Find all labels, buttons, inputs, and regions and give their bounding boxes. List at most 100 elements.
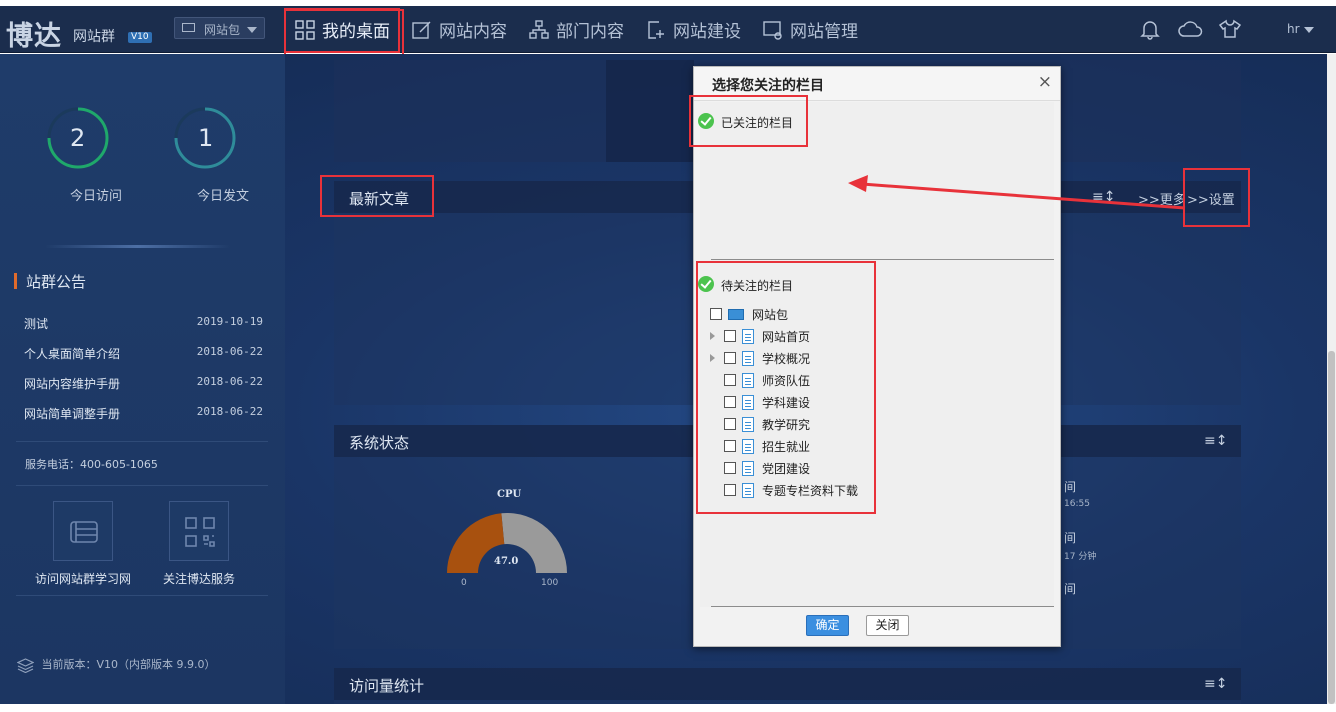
version-info: 当前版本：V10（内部版本 9.9.0） bbox=[16, 656, 216, 673]
nav-dept-content[interactable]: 部门内容 bbox=[518, 6, 635, 53]
announcement-link[interactable]: 测试 bbox=[24, 317, 48, 331]
sort-icon[interactable]: ≡↕ bbox=[1204, 433, 1227, 449]
document-icon bbox=[742, 350, 754, 366]
visits-label: 今日访问 bbox=[70, 189, 123, 204]
nav-label: 部门内容 bbox=[556, 22, 624, 42]
tree-label: 专题专栏资料下载 bbox=[762, 483, 859, 498]
nav-my-desktop[interactable]: 我的桌面 bbox=[284, 6, 404, 57]
announcement-link[interactable]: 网站简单调整手册 bbox=[24, 407, 120, 421]
dialog-title: 选择您关注的栏目 bbox=[712, 78, 824, 94]
panel-header: 访问量统计 ≡↕ bbox=[334, 668, 1241, 700]
tree-label: 网站首页 bbox=[762, 329, 811, 344]
gauge-min: 0 bbox=[461, 578, 467, 588]
tree-item[interactable]: 教学研究 bbox=[710, 415, 810, 433]
checkbox[interactable] bbox=[724, 462, 736, 474]
nav-site-content[interactable]: 网站内容 bbox=[401, 6, 518, 53]
edit-icon bbox=[412, 21, 431, 39]
grid-icon bbox=[295, 19, 315, 40]
sidebar: 2 今日访问 1 今日发文 站群公告 测试 2019-10-19 个人桌面简单介… bbox=[0, 54, 285, 704]
tree-item[interactable]: 学校概况 bbox=[710, 349, 810, 367]
document-icon bbox=[742, 438, 754, 454]
announcement-date: 2018-06-22 bbox=[196, 345, 263, 358]
follow-service-label[interactable]: 关注博达服务 bbox=[163, 570, 235, 587]
divider bbox=[45, 245, 230, 248]
document-icon bbox=[742, 328, 754, 344]
announcement-date: 2018-06-22 bbox=[196, 405, 263, 418]
tree-item[interactable]: 招生就业 bbox=[710, 437, 810, 455]
site-select[interactable]: 网站包 bbox=[174, 17, 265, 39]
checkbox[interactable] bbox=[724, 330, 736, 342]
cloud-icon[interactable] bbox=[1178, 19, 1204, 39]
latest-articles-title: 最新文章 bbox=[349, 190, 410, 208]
announcement-item[interactable]: 网站简单调整手册 2018-06-22 bbox=[24, 405, 264, 422]
announcement-item[interactable]: 网站内容维护手册 2018-06-22 bbox=[24, 375, 264, 392]
tree-item[interactable]: 专题专栏资料下载 bbox=[710, 481, 858, 499]
nav-site-build[interactable]: 网站建设 bbox=[635, 6, 752, 53]
study-site-label[interactable]: 访问网站群学习网 bbox=[35, 570, 131, 587]
checkbox[interactable] bbox=[710, 308, 722, 320]
scrollbar[interactable] bbox=[1327, 54, 1336, 704]
checkbox[interactable] bbox=[724, 418, 736, 430]
nav-label: 我的桌面 bbox=[322, 22, 390, 42]
monitor-icon bbox=[728, 308, 744, 320]
scrollbar-thumb[interactable] bbox=[1328, 351, 1335, 704]
checkbox[interactable] bbox=[724, 484, 736, 496]
status-row-label: 间 bbox=[1064, 480, 1077, 494]
nav-site-manage[interactable]: 网站管理 bbox=[752, 6, 869, 53]
confirm-button[interactable]: 确定 bbox=[806, 615, 849, 636]
tree-item[interactable]: 师资队伍 bbox=[710, 371, 810, 389]
divider bbox=[711, 259, 1054, 260]
announcement-item[interactable]: 测试 2019-10-19 bbox=[24, 315, 264, 332]
divider bbox=[16, 485, 268, 486]
expand-icon[interactable] bbox=[710, 332, 715, 340]
sort-icon[interactable]: ≡↕ bbox=[1204, 676, 1227, 692]
expand-icon[interactable] bbox=[710, 354, 715, 362]
nav-label: 网站管理 bbox=[790, 22, 858, 42]
main-nav: 我的桌面 网站内容 部门内容 网站建设 网站管理 bbox=[284, 6, 869, 57]
checkbox[interactable] bbox=[724, 440, 736, 452]
close-icon[interactable]: × bbox=[1038, 72, 1052, 92]
follow-service-tile[interactable] bbox=[169, 501, 229, 561]
tree-label: 学科建设 bbox=[762, 395, 811, 410]
add-page-icon bbox=[648, 20, 664, 39]
cpu-label: CPU bbox=[497, 489, 522, 500]
divider bbox=[711, 606, 1054, 607]
study-site-tile[interactable] bbox=[53, 501, 113, 561]
announcement-link[interactable]: 网站内容维护手册 bbox=[24, 377, 120, 391]
system-status-title: 系统状态 bbox=[349, 434, 410, 452]
announcement-item[interactable]: 个人桌面简单介绍 2018-06-22 bbox=[24, 345, 264, 362]
checkbox[interactable] bbox=[724, 352, 736, 364]
visits-panel: 访问量统计 ≡↕ bbox=[334, 668, 1241, 704]
tree-item[interactable]: 网站首页 bbox=[710, 327, 810, 345]
tree-item[interactable]: 学科建设 bbox=[710, 393, 810, 411]
checkbox[interactable] bbox=[724, 396, 736, 408]
bell-icon[interactable] bbox=[1140, 19, 1160, 40]
tree-root[interactable]: 网站包 bbox=[710, 305, 788, 323]
settings-link[interactable]: >>设置 bbox=[1187, 189, 1235, 208]
layers-icon bbox=[16, 657, 35, 673]
logo-subtitle: 网站群 bbox=[73, 29, 115, 45]
status-row-value: 16:55 bbox=[1064, 499, 1090, 509]
monitor-icon bbox=[182, 23, 195, 32]
user-name: hr bbox=[1287, 22, 1300, 36]
status-strip bbox=[0, 704, 1336, 712]
org-icon bbox=[529, 19, 549, 39]
announcement-title: 站群公告 bbox=[14, 271, 86, 292]
close-button[interactable]: 关闭 bbox=[866, 615, 909, 636]
check-circle-icon bbox=[698, 113, 714, 129]
book-icon bbox=[70, 521, 98, 543]
user-menu[interactable]: hr bbox=[1287, 22, 1314, 36]
site-select-value: 网站包 bbox=[204, 23, 241, 37]
document-icon bbox=[742, 372, 754, 388]
checkbox[interactable] bbox=[724, 374, 736, 386]
shirt-icon[interactable] bbox=[1218, 19, 1242, 39]
posts-count: 1 bbox=[198, 124, 214, 152]
tree-item[interactable]: 党团建设 bbox=[710, 459, 810, 477]
visits-title: 访问量统计 bbox=[349, 677, 425, 695]
tree-label: 学校概况 bbox=[762, 351, 811, 366]
check-circle-icon bbox=[698, 276, 714, 292]
announcement-link[interactable]: 个人桌面简单介绍 bbox=[24, 347, 120, 361]
service-phone: 服务电话：400-605-1065 bbox=[25, 458, 158, 471]
settings-screen-icon bbox=[763, 20, 782, 40]
tree-label: 招生就业 bbox=[762, 439, 811, 454]
